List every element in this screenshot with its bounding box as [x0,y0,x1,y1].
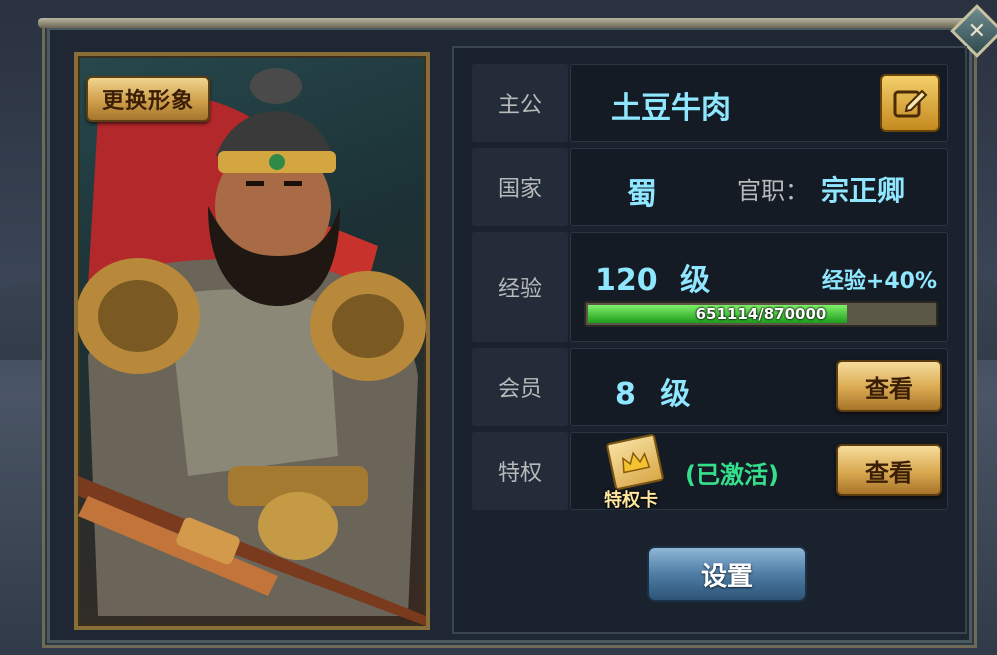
country-value-box: 蜀 官职： 宗正卿 [570,148,948,226]
experience-progress-text: 651114/870000 [695,305,827,323]
player-name: 土豆牛肉 [611,91,731,126]
country-label: 国家 [472,148,568,226]
view-privilege-button[interactable]: 查看 [836,444,942,496]
hero-illustration [78,68,426,626]
edit-name-button[interactable] [880,74,940,132]
edit-icon [893,89,928,118]
dialog-top-bar [38,18,983,28]
official-title-value: 宗正卿 [821,174,906,207]
vip-level: 8 [615,377,636,412]
close-icon: ✕ [967,18,987,44]
crown-icon [622,451,651,474]
privilege-card-icon [605,433,665,491]
experience-label: 经验 [472,232,568,342]
experience-bonus: 经验+40% [821,269,937,294]
membership-label: 会员 [472,348,568,426]
country-value: 蜀 [627,177,657,212]
vip-level-unit: 级 [660,377,691,412]
view-membership-button[interactable]: 查看 [836,360,942,412]
row-lord: 主公 土豆牛肉 [472,64,948,142]
lord-label: 主公 [472,64,568,142]
privilege-card-label: 特权卡 [604,490,658,511]
player-level-unit: 级 [680,263,711,298]
row-country: 国家 蜀 官职： 宗正卿 [472,148,948,226]
change-look-button[interactable]: 更换形象 [86,76,210,122]
official-title-label: 官职： [737,177,809,205]
settings-button[interactable]: 设置 [647,546,807,602]
experience-progress-bar: 651114/870000 [584,301,938,327]
privilege-status: (已激活) [685,461,779,489]
hero-portrait [74,52,430,630]
privilege-label: 特权 [472,432,568,510]
player-level: 120 [595,263,658,298]
